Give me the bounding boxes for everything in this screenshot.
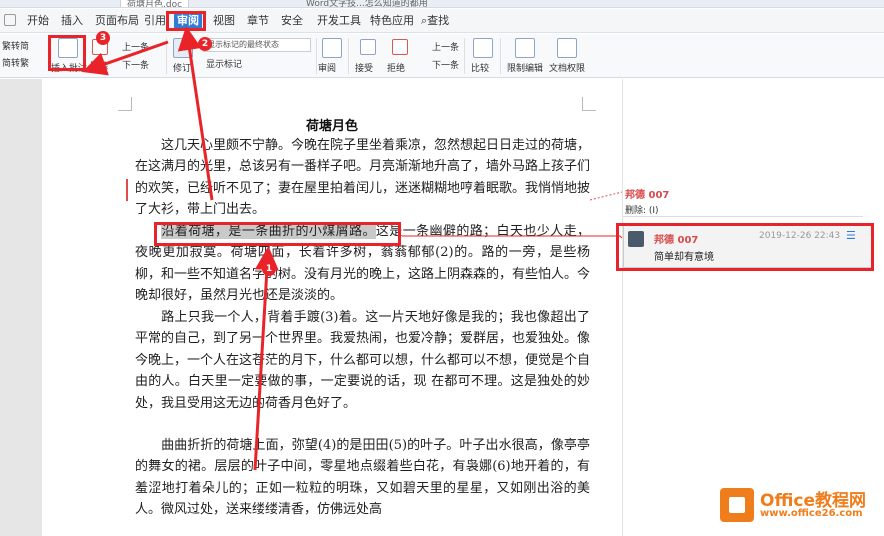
paragraph-1: 这几天心里颇不宁静。今晚在院子里坐着乘凉，忽然想起日日走过的荷塘，在这满月的光里… (135, 135, 590, 221)
menu-bar: 开始 插入 页面布局 引用 审阅 视图 章节 安全 开发工具 特色应用 ⌕查找 (0, 9, 884, 33)
prev-comment-button[interactable]: 上一条 (122, 40, 149, 53)
review-pane-button[interactable]: 审阅 (318, 61, 336, 74)
accept-icon (360, 39, 376, 55)
paragraph-4-text: 曲曲折折的荷塘上面，弥望(4)的是田田(5)的叶子。叶子出水很高，像亭亭的舞女的… (135, 438, 590, 518)
paragraph-3: 路上只我一个人，背着手踱(3)着。这一片天地好像是我的；我也像超出了平常的自己，… (135, 307, 590, 414)
menu-insert[interactable]: 插入 (58, 13, 86, 29)
track-changes-button[interactable]: 修订 (173, 61, 191, 74)
office-logo-icon (720, 488, 754, 522)
restrict-editing-icon (515, 38, 535, 58)
menu-view[interactable]: 视图 (210, 13, 238, 29)
markup-mode-select[interactable]: 显示标记的最终状态 (203, 38, 311, 52)
next-change-button[interactable]: 下一条 (432, 58, 459, 71)
annotation-number: 2 (198, 37, 212, 51)
document-tab[interactable]: 荷塘月色.doc (120, 0, 190, 7)
selection-highlight (154, 222, 401, 246)
title-bar: 荷塘月色.doc Word文字技...怎么知道的都用 (0, 0, 884, 8)
reject-button[interactable]: 拒绝 (387, 61, 405, 74)
menu-security[interactable]: 安全 (278, 13, 306, 29)
change-bar (126, 179, 128, 201)
document-title: 荷塘月色 (305, 119, 358, 134)
deletion-author: 邦德 007 (625, 190, 670, 201)
insert-comment-highlight (48, 35, 86, 71)
review-pane-icon (322, 38, 342, 58)
review-tab-highlight (166, 11, 206, 31)
menu-chapter[interactable]: 章节 (244, 13, 272, 29)
reject-icon (392, 39, 408, 55)
track-changes-icon (173, 38, 193, 58)
menu-home[interactable]: 开始 (24, 13, 52, 29)
menu-references[interactable]: 引用 (141, 13, 169, 29)
restrict-editing-button[interactable]: 限制编辑 (507, 61, 543, 74)
delete-comment-button[interactable]: 删除 (90, 59, 108, 72)
app-menu-icon[interactable] (4, 14, 16, 26)
simp-to-trad-button[interactable]: 简转繁 (2, 56, 29, 69)
annotation-number: 1 (262, 262, 276, 276)
comment-pane: 邦德 007 删除: (I) 邦德 007 2019-12-26 22:43 ☰… (622, 79, 884, 536)
menu-find-label: 查找 (427, 14, 450, 27)
menu-developer[interactable]: 开发工具 (314, 13, 364, 29)
document-tab-2[interactable]: Word文字技...怎么知道的都用 (300, 0, 434, 7)
compare-button[interactable]: 比较 (471, 61, 489, 74)
trad-to-simp-button[interactable]: 繁转简 (2, 39, 29, 52)
document-rights-button[interactable]: 文档权限 (549, 61, 585, 74)
comment-highlight (616, 223, 874, 271)
paragraph-1-text: 这几天心里颇不宁静。今晚在院子里坐着乘凉，忽然想起日日走过的荷塘，在这满月的光里… (135, 138, 591, 218)
deletion-text: 删除: (I) (625, 206, 659, 216)
annotation-number: 3 (96, 31, 110, 45)
menu-find[interactable]: ⌕查找 (418, 13, 452, 29)
show-markup-button[interactable]: 显示标记 (206, 57, 242, 70)
site-logo: Office教程网 www.office26.com (720, 486, 880, 530)
menu-page-layout[interactable]: 页面布局 (92, 13, 142, 29)
review-toolbar: 繁转简 简转繁 插入批注 删除 上一条 下一条 修订 显示标记的最终状态 显示标… (0, 34, 884, 78)
prev-change-button[interactable]: 上一条 (432, 40, 459, 53)
paragraph-4: 曲曲折折的荷塘上面，弥望(4)的是田田(5)的叶子。叶子出水很高，像亭亭的舞女的… (135, 435, 590, 521)
document-page[interactable]: 荷塘月色 这几天心里颇不宁静。今晚在院子里坐着乘凉，忽然想起日日走过的荷塘，在这… (42, 79, 622, 536)
compare-icon (473, 38, 493, 58)
document-rights-icon (557, 38, 577, 58)
accept-button[interactable]: 接受 (355, 61, 373, 74)
next-comment-button[interactable]: 下一条 (122, 58, 149, 71)
paragraph-3-text: 路上只我一个人，背着手踱(3)着。这一片天地好像是我的；我也像超出了平常的自己，… (135, 310, 591, 411)
logo-url: www.office26.com (760, 508, 863, 519)
menu-special[interactable]: 特色应用 (367, 13, 417, 29)
